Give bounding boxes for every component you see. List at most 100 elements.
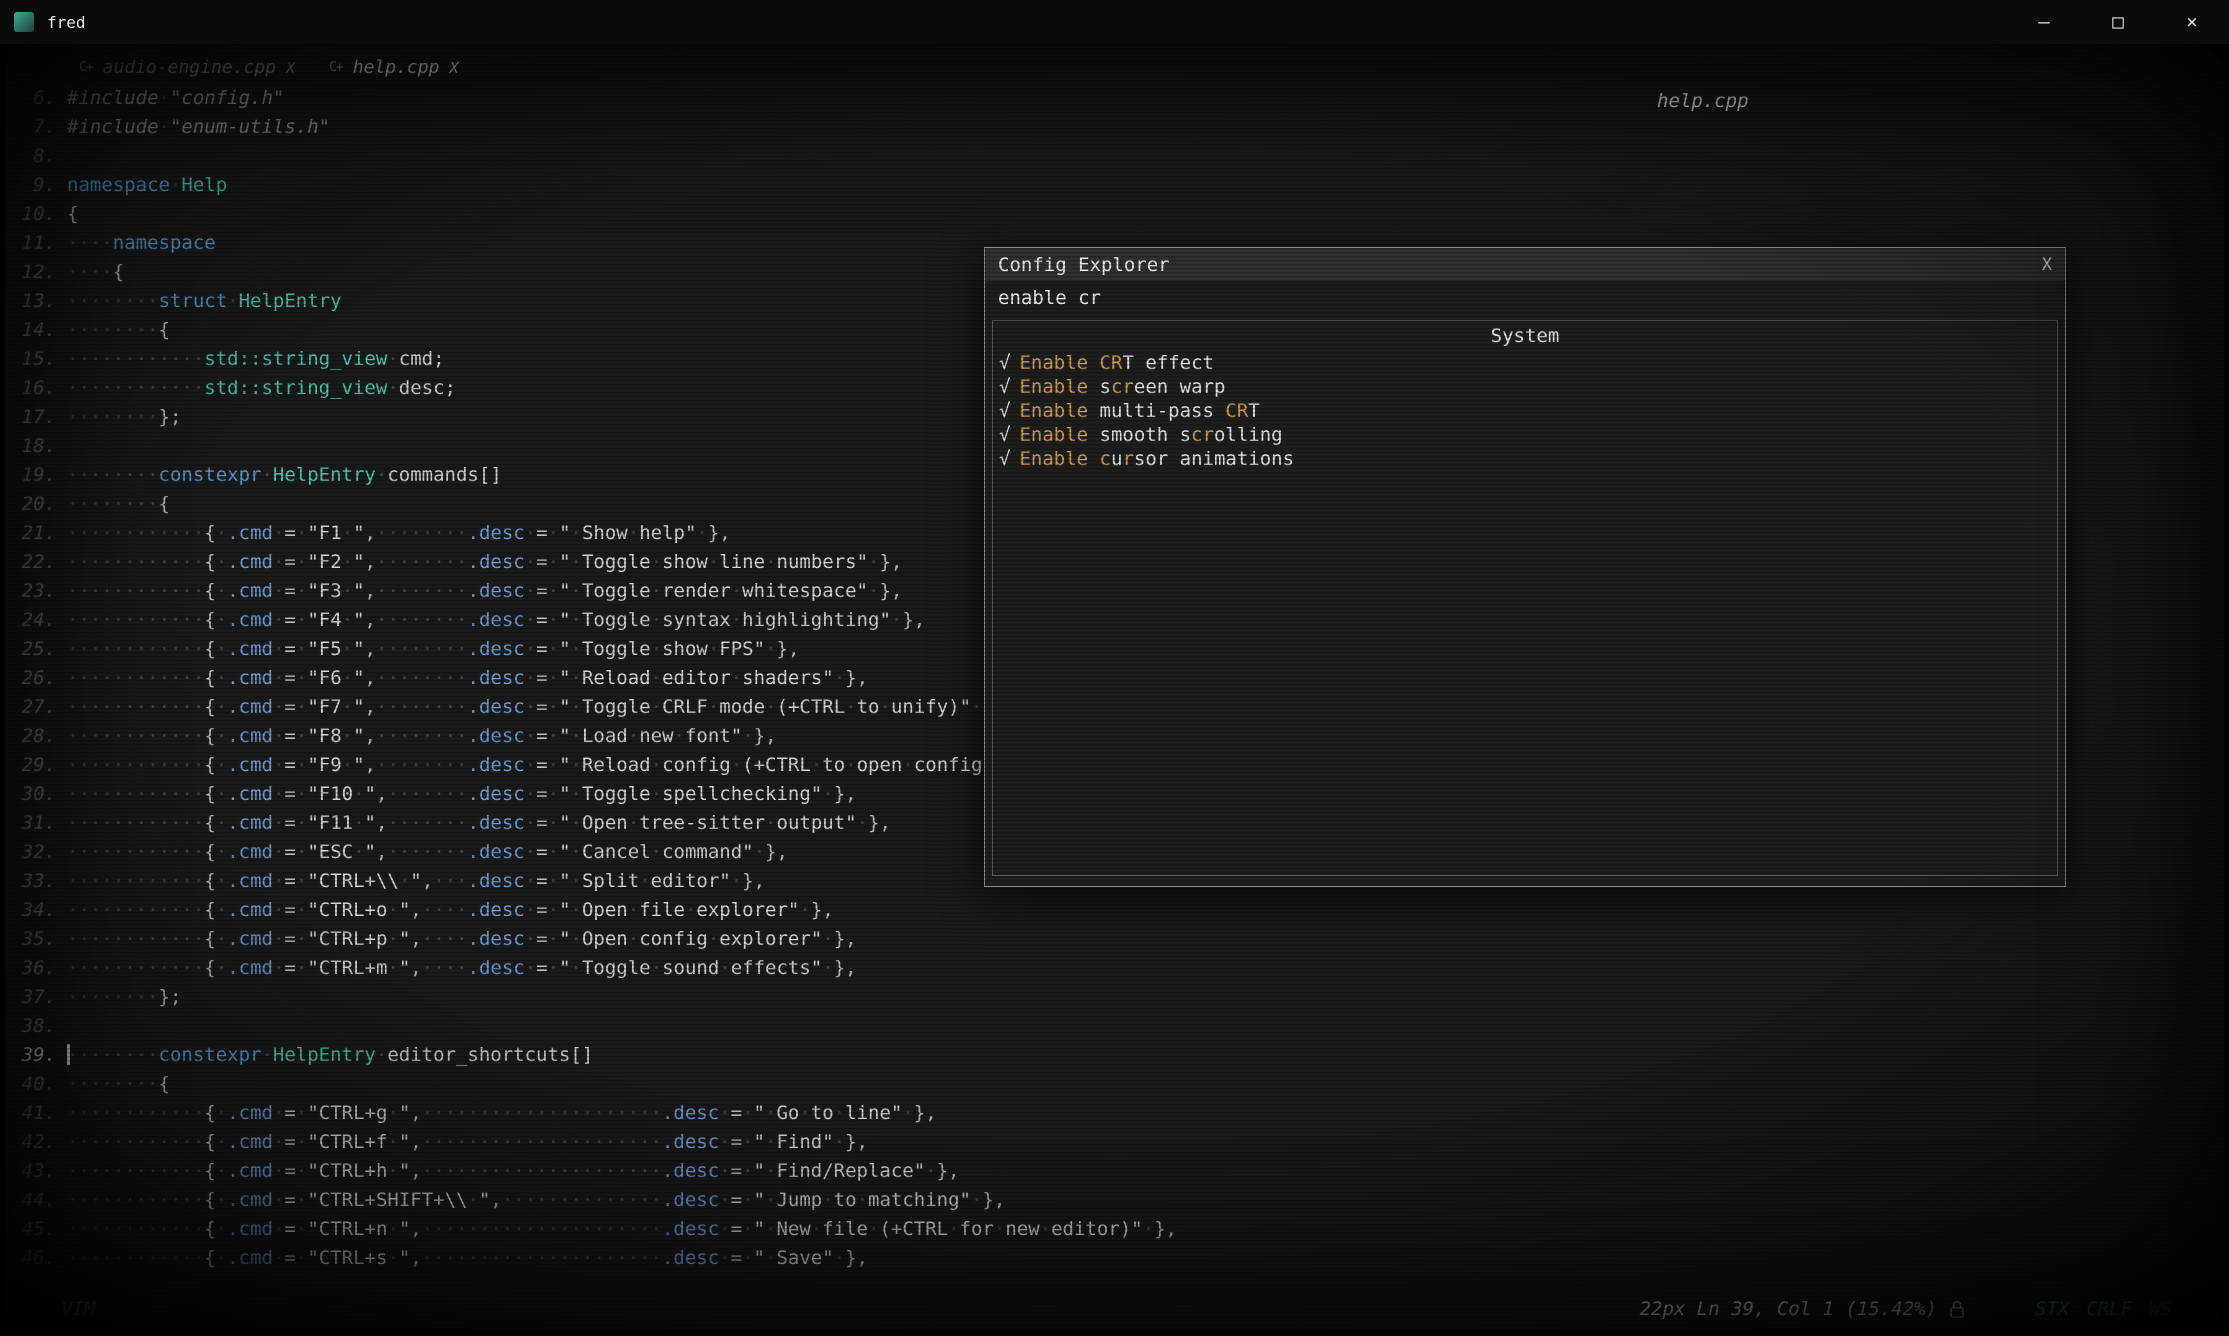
code-token: .desc <box>468 725 525 747</box>
code-token: · <box>273 1247 284 1269</box>
code-token: " <box>399 1218 410 1240</box>
code-token: · <box>845 696 856 718</box>
code-token: .desc <box>468 928 525 950</box>
code-line[interactable]: 34.············{·.cmd·=·"CTRL+o·",····.d… <box>11 896 2224 925</box>
code-token: (+CTRL <box>879 1218 948 1240</box>
code-token: · <box>159 87 170 109</box>
checkbox-checked-icon[interactable]: √ <box>999 399 1010 423</box>
code-line[interactable]: 7.#include·"enum-utils.h" <box>11 113 2224 142</box>
code-token: Show <box>582 522 628 544</box>
code-token: · <box>548 667 559 689</box>
code-token: · <box>651 957 662 979</box>
code-line[interactable]: 36.············{·.cmd·=·"CTRL+m·",····.d… <box>11 954 2224 983</box>
tab-close-icon[interactable]: X <box>449 59 458 77</box>
code-line[interactable]: 38. <box>11 1012 2224 1041</box>
code-token: , <box>410 1160 421 1182</box>
close-button[interactable]: × <box>2155 0 2229 44</box>
code-token: "CTRL+h <box>307 1160 387 1182</box>
tab-close-icon[interactable]: X <box>286 59 295 77</box>
code-token: }, <box>845 1131 868 1153</box>
minimize-button[interactable]: – <box>2007 0 2081 44</box>
code-token: .desc <box>468 870 525 892</box>
status-flag-crlf[interactable]: CRLF <box>2086 1298 2132 1320</box>
code-token: { <box>67 203 78 225</box>
code-token: }, <box>834 957 857 979</box>
code-line[interactable]: 6.#include·"config.h" <box>11 84 2224 113</box>
code-token: · <box>708 551 719 573</box>
code-token: · <box>216 667 227 689</box>
code-token: { <box>204 609 215 631</box>
code-token: , <box>376 783 387 805</box>
dialog-close-icon[interactable]: X <box>2042 255 2052 275</box>
code-token: { <box>204 754 215 776</box>
checkbox-checked-icon[interactable]: √ <box>999 375 1010 399</box>
config-option-row[interactable]: √Enable multi-pass CRT <box>993 399 2057 423</box>
maximize-button[interactable]: □ <box>2081 0 2155 44</box>
code-token: ············ <box>67 638 204 660</box>
config-search-input[interactable]: enable cr <box>985 281 2065 314</box>
config-option-row[interactable]: √Enable smooth scrolling <box>993 423 2057 447</box>
status-flag-ws[interactable]: WS <box>2149 1298 2172 1320</box>
config-option-row[interactable]: √Enable screen warp <box>993 375 2057 399</box>
code-token: #include <box>67 87 159 109</box>
code-token: · <box>571 783 582 805</box>
code-token: = <box>731 1189 742 1211</box>
config-option-row[interactable]: √Enable CRT effect <box>993 351 2057 375</box>
code-token: { <box>204 580 215 602</box>
code-token: · <box>754 841 765 863</box>
code-token: · <box>868 551 879 573</box>
code-token: · <box>296 1189 307 1211</box>
code-line[interactable]: 46.············{·.cmd·=·"CTRL+s·",······… <box>11 1244 2224 1273</box>
code-token: = <box>284 1218 295 1240</box>
code-line[interactable]: 42.············{·.cmd·=·"CTRL+f·",······… <box>11 1128 2224 1157</box>
code-token: · <box>719 1247 730 1269</box>
code-line[interactable]: 41.············{·.cmd·=·"CTRL+g·",······… <box>11 1099 2224 1128</box>
code-token: command" <box>662 841 754 863</box>
code-line[interactable]: 40.········{ <box>11 1070 2224 1099</box>
code-token: " <box>559 870 570 892</box>
code-line[interactable]: 9.namespace·Help <box>11 171 2224 200</box>
code-line[interactable]: 10.{ <box>11 200 2224 229</box>
code-token: · <box>765 1189 776 1211</box>
code-line[interactable]: 8. <box>11 142 2224 171</box>
code-token: constexpr <box>159 1044 262 1066</box>
config-option-row[interactable]: √Enable cursor animations <box>993 447 2057 471</box>
code-line[interactable]: 35.············{·.cmd·=·"CTRL+p·",····.d… <box>11 925 2224 954</box>
code-token: to <box>822 754 845 776</box>
code-token: · <box>273 580 284 602</box>
code-token: · <box>719 1218 730 1240</box>
checkbox-checked-icon[interactable]: √ <box>999 447 1010 471</box>
checkbox-checked-icon[interactable]: √ <box>999 351 1010 375</box>
code-token: ···· <box>422 957 468 979</box>
code-token: · <box>765 1160 776 1182</box>
app-icon <box>14 12 34 32</box>
code-token: unify)" <box>891 696 971 718</box>
code-line[interactable]: 45.············{·.cmd·=·"CTRL+n·",······… <box>11 1215 2224 1244</box>
tab-help-cpp[interactable]: C+ help.cpp X <box>317 54 470 81</box>
tab-audio-engine-cpp[interactable]: C+ audio-engine.cpp X <box>67 54 307 81</box>
code-line[interactable]: 43.············{·.cmd·=·"CTRL+h·",······… <box>11 1157 2224 1186</box>
code-token: · <box>548 696 559 718</box>
code-token: · <box>342 754 353 776</box>
code-line[interactable]: 39.········constexpr·HelpEntry·editor_sh… <box>11 1041 2224 1070</box>
line-number: 37. <box>11 983 67 1012</box>
code-token: · <box>216 841 227 863</box>
code-token: · <box>708 696 719 718</box>
code-token: · <box>273 667 284 689</box>
code-token: " <box>353 667 364 689</box>
status-flag-stx[interactable]: STX <box>2035 1298 2069 1320</box>
code-line[interactable]: 44.············{·.cmd·=·"CTRL+SHIFT+\\·"… <box>11 1186 2224 1215</box>
code-token: ············ <box>67 754 204 776</box>
code-token: · <box>628 725 639 747</box>
code-token: .cmd <box>227 1189 273 1211</box>
code-token: std::string_view <box>204 348 387 370</box>
code-token: · <box>261 1044 272 1066</box>
checkbox-checked-icon[interactable]: √ <box>999 423 1010 447</box>
code-token: ···· <box>422 928 468 950</box>
code-line[interactable]: 37.········}; <box>11 983 2224 1012</box>
code-token: · <box>571 580 582 602</box>
line-content: ····{ <box>67 258 124 287</box>
code-token: " <box>559 928 570 950</box>
code-token: · <box>571 812 582 834</box>
code-token: Toggle <box>582 638 651 660</box>
